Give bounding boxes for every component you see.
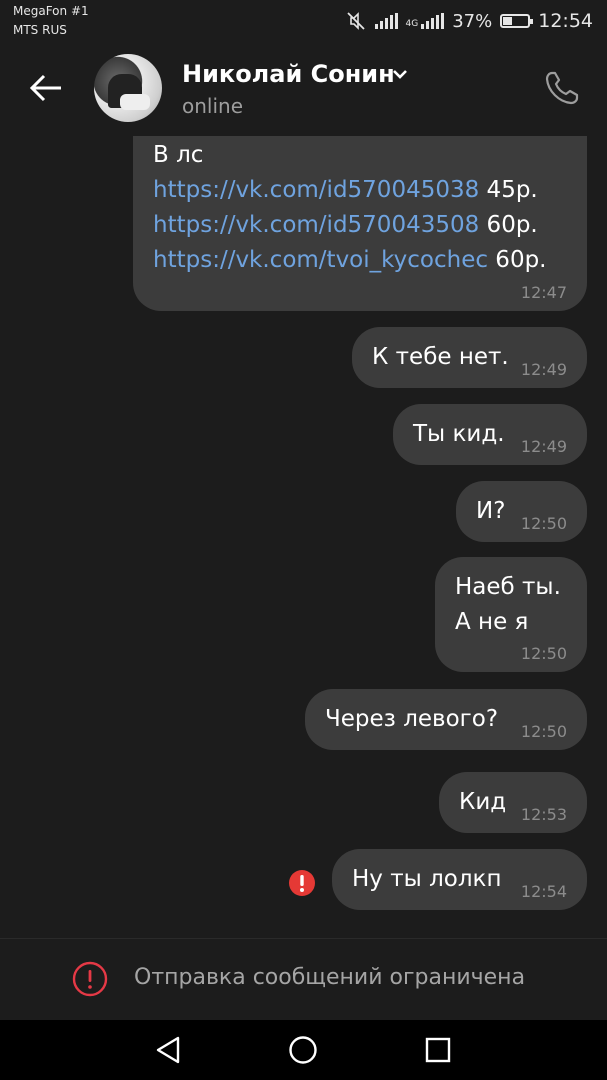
message-bubble[interactable]: Кид 12:53 (439, 772, 587, 833)
message-bubble[interactable]: Через левого? 12:50 (305, 689, 587, 750)
back-arrow-icon[interactable] (28, 72, 64, 104)
nav-back-icon[interactable] (152, 1034, 184, 1066)
carrier-label-1: MegaFon #1 (13, 4, 89, 18)
signal-icon (374, 13, 398, 29)
message-text: Ну ты лолкп (352, 866, 502, 892)
system-nav-bar (0, 1020, 607, 1080)
status-bar: MegaFon #1 MTS RUS 4G 37% 12:54 (0, 0, 607, 44)
restriction-text: Отправка сообщений ограничена (134, 965, 526, 990)
message-time: 12:53 (520, 805, 567, 824)
message-time: 12:49 (520, 437, 567, 456)
chevron-down-icon[interactable] (392, 68, 408, 80)
battery-percent: 37% (452, 10, 493, 32)
price-label: 45р. (479, 177, 538, 203)
message-link[interactable]: https://vk.com/id570045038 (153, 177, 479, 203)
chat-header: Николай Сонин online (0, 44, 607, 136)
message-bubble[interactable]: Ну ты лолкп 12:54 (332, 849, 587, 910)
carrier-label-2: MTS RUS (13, 23, 67, 37)
nav-recents-icon[interactable] (422, 1034, 454, 1066)
message-time: 12:49 (520, 360, 567, 379)
status-icons: 4G 37% 12:54 (345, 9, 593, 33)
avatar[interactable] (94, 54, 162, 122)
message-bubble[interactable]: И? 12:50 (456, 481, 587, 542)
message-text: К тебе нет. (372, 344, 509, 370)
message-text: Наеб ты. (455, 574, 561, 600)
message-bubble[interactable]: В лс https://vk.com/id570045038 45р. htt… (133, 136, 587, 311)
error-icon (72, 961, 108, 997)
message-time: 12:47 (520, 283, 567, 302)
message-text: В лс (153, 142, 204, 168)
clock: 12:54 (538, 10, 593, 32)
nav-home-icon[interactable] (287, 1034, 319, 1066)
price-label: 60р. (479, 212, 538, 238)
network-type: 4G (406, 13, 445, 29)
message-time: 12:54 (520, 882, 567, 901)
message-bubble[interactable]: К тебе нет. 12:49 (352, 327, 587, 388)
message-bubble[interactable]: Наеб ты. А не я 12:50 (435, 557, 587, 672)
mute-icon (346, 12, 365, 30)
message-link[interactable]: https://vk.com/id570043508 (153, 212, 479, 238)
message-time: 12:50 (520, 644, 567, 663)
message-text: Кид (459, 789, 507, 815)
message-time: 12:50 (520, 722, 567, 741)
message-link[interactable]: https://vk.com/tvoi_kycochec (153, 247, 488, 273)
signal-icon-2 (421, 13, 445, 29)
message-list[interactable]: В лс https://vk.com/id570045038 45р. htt… (0, 136, 607, 936)
message-bubble[interactable]: Ты кид. 12:49 (393, 404, 587, 465)
message-text: И? (476, 498, 506, 524)
contact-name[interactable]: Николай Сонин (182, 60, 395, 88)
phone-icon[interactable] (542, 68, 582, 108)
battery-icon (500, 14, 534, 28)
messaging-restricted-bar: Отправка сообщений ограничена (0, 938, 607, 1021)
error-icon[interactable] (288, 869, 316, 897)
message-text: А не я (455, 609, 529, 635)
message-time: 12:50 (520, 514, 567, 533)
price-label: 60р. (488, 247, 547, 273)
message-text: Через левого? (325, 706, 499, 732)
message-text: Ты кид. (413, 421, 505, 447)
contact-status: online (182, 94, 244, 118)
